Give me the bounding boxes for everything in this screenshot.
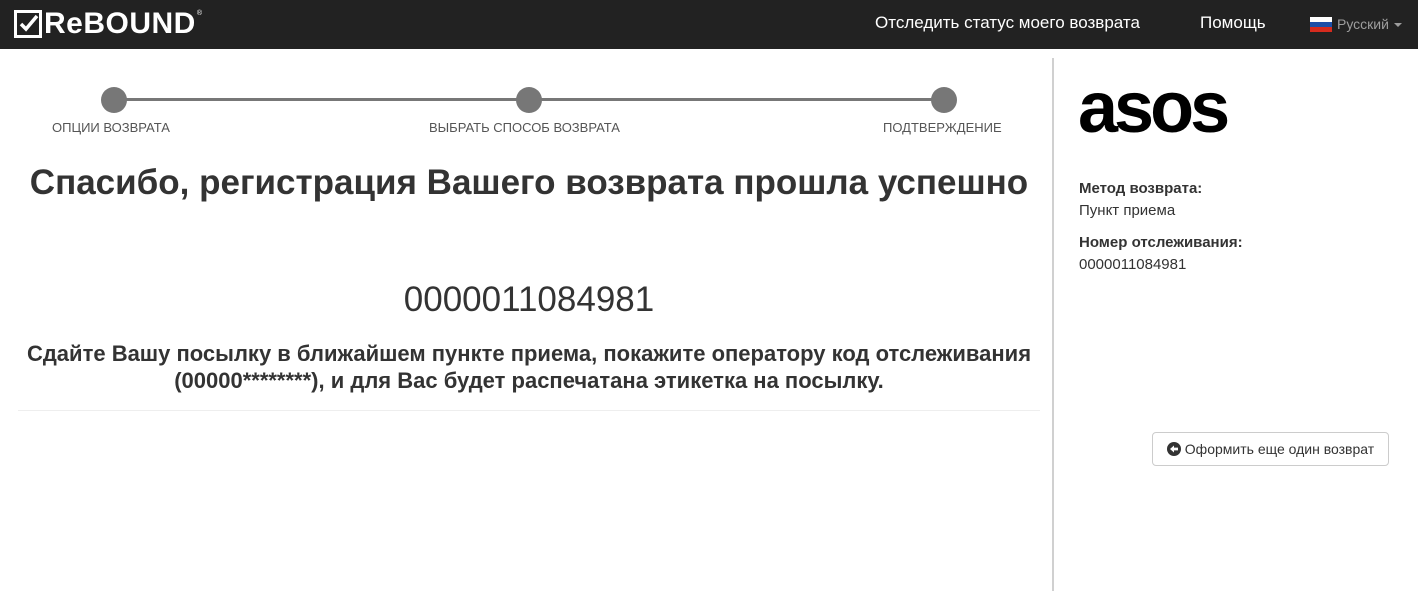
step-2-label: ВЫБРАТЬ СПОСОБ ВОЗВРАТА	[429, 120, 620, 135]
top-navbar: ReBOUND ® Отследить статус моего возврат…	[0, 0, 1418, 49]
rebound-logo[interactable]: ReBOUND ®	[14, 9, 202, 39]
asos-logo: asos	[1078, 82, 1232, 140]
tracking-number-value: 0000011084981	[1079, 256, 1187, 273]
caret-down-icon	[1393, 23, 1402, 27]
nav-track-return-link[interactable]: Отследить статус моего возврата	[875, 13, 1140, 33]
return-method-value: Пункт приема	[1079, 202, 1176, 219]
return-method-label: Метод возврата:	[1079, 180, 1203, 197]
language-label: Русский	[1337, 16, 1389, 32]
confirmation-title: Спасибо, регистрация Вашего возврата про…	[29, 163, 1029, 202]
tracking-number-heading: 0000011084981	[403, 280, 655, 319]
language-dropdown[interactable]: Русский	[1310, 15, 1402, 33]
brand-logo-text: asos	[1078, 82, 1228, 140]
step-3-dot	[931, 87, 957, 113]
step-2-dot	[516, 87, 542, 113]
logo-registered-mark: ®	[196, 10, 203, 17]
russian-flag-icon	[1310, 16, 1332, 32]
step-3-label: ПОДТВЕРЖДЕНИЕ	[883, 120, 1002, 135]
step-1-label: ОПЦИИ ВОЗВРАТА	[52, 120, 170, 135]
dropoff-instructions: Сдайте Вашу посылку в ближайшем пункте п…	[26, 341, 1032, 393]
content-divider	[18, 410, 1040, 411]
arrow-circle-left-icon	[1166, 442, 1181, 456]
nav-help-link[interactable]: Помощь	[1200, 13, 1266, 33]
new-return-button-label: Оформить еще один возврат	[1184, 441, 1375, 457]
sidebar-separator	[1052, 58, 1054, 591]
rebound-logo-icon	[14, 10, 42, 38]
logo-text: ReBOUND	[44, 7, 196, 40]
tracking-number-label: Номер отслеживания:	[1079, 234, 1243, 251]
step-1-dot	[101, 87, 127, 113]
new-return-button[interactable]: Оформить еще один возврат	[1152, 432, 1389, 466]
